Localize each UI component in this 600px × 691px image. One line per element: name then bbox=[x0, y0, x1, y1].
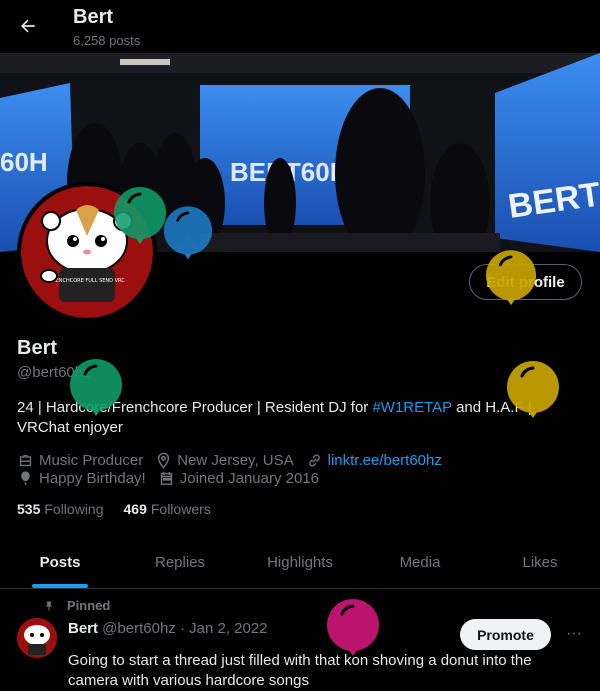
top-bar: Bert 6,258 posts bbox=[0, 0, 600, 53]
birthday: Happy Birthday! bbox=[17, 470, 146, 487]
balloon-green-2 bbox=[70, 359, 122, 416]
more-icon[interactable]: ··· bbox=[562, 622, 586, 646]
post-meta: @bert60hz · Jan 2, 2022 bbox=[98, 620, 268, 637]
briefcase-icon bbox=[19, 454, 32, 467]
active-tab-indicator bbox=[32, 584, 88, 588]
website: linktr.ee/bert60hz bbox=[306, 452, 442, 469]
tab-posts[interactable]: Posts bbox=[0, 536, 120, 588]
balloon-icon bbox=[21, 471, 30, 485]
post-header: Bert @bert60hz · Jan 2, 2022 bbox=[68, 620, 268, 637]
tab-likes[interactable]: Likes bbox=[480, 536, 600, 588]
tab-media[interactable]: Media bbox=[360, 536, 480, 588]
link-icon bbox=[308, 454, 320, 467]
follow-stats: 535 Following 469 Followers bbox=[17, 501, 231, 517]
profile-name: Bert bbox=[17, 337, 58, 359]
balloon-gold-2 bbox=[507, 361, 559, 418]
pinned-label: Pinned bbox=[43, 598, 110, 613]
balloon-gold-1 bbox=[485, 250, 537, 306]
tab-highlights[interactable]: Highlights bbox=[240, 536, 360, 588]
balloon-blue bbox=[163, 206, 213, 260]
bio-hashtag-link[interactable]: #W1RETAP bbox=[372, 399, 451, 416]
promote-button[interactable]: Promote bbox=[460, 619, 551, 650]
calendar-icon bbox=[160, 472, 172, 485]
post-count: 6,258 posts bbox=[73, 33, 141, 48]
location: New Jersey, USA bbox=[155, 452, 294, 469]
website-link[interactable]: linktr.ee/bert60hz bbox=[328, 452, 442, 469]
avatar-shirt-text: FRENCHCORE FULL SEND VRC bbox=[49, 278, 125, 284]
back-arrow-icon[interactable] bbox=[14, 12, 42, 40]
location-pin-icon bbox=[158, 452, 170, 469]
hamster-avatar-small bbox=[17, 618, 57, 658]
post-author[interactable]: Bert bbox=[68, 620, 98, 637]
joined-date: Joined January 2016 bbox=[158, 470, 319, 487]
tab-replies[interactable]: Replies bbox=[120, 536, 240, 588]
profile-meta-row-1: Music Producer New Jersey, USA linktr.ee… bbox=[17, 452, 454, 469]
post-avatar[interactable] bbox=[17, 618, 57, 658]
profile-tabs: Posts Replies Highlights Media Likes bbox=[0, 536, 600, 589]
balloon-pink bbox=[327, 599, 379, 656]
balloon-green-1 bbox=[114, 187, 166, 244]
profile-meta-row-2: Happy Birthday! Joined January 2016 bbox=[17, 470, 331, 487]
banner-text-3: 60H bbox=[0, 147, 48, 177]
occupation: Music Producer bbox=[17, 452, 143, 469]
followers-link[interactable]: 469 Followers bbox=[124, 501, 211, 517]
following-link[interactable]: 535 Following bbox=[17, 501, 104, 517]
pin-icon bbox=[45, 601, 53, 611]
post-text: Going to start a thread just filled with… bbox=[68, 652, 532, 689]
page-title: Bert bbox=[73, 6, 114, 28]
